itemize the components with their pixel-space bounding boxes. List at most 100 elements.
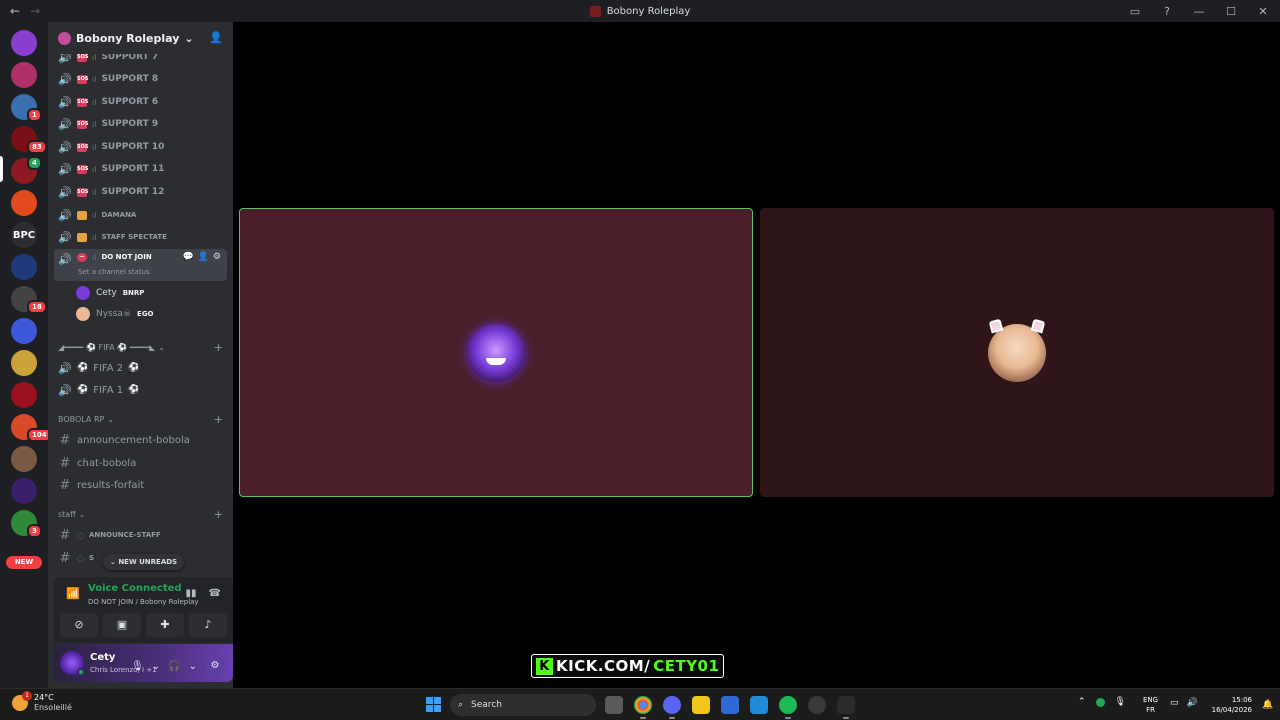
add-channel-icon[interactable]: +	[214, 508, 223, 521]
category-bobola[interactable]: BOBOLA RP ⌄ +	[58, 413, 223, 426]
windows-start-icon[interactable]	[426, 697, 441, 712]
participant-tile[interactable]	[760, 208, 1274, 497]
notification-bell-icon[interactable]: 🔔	[1262, 700, 1273, 710]
text-channel[interactable]: # chat-bobola	[54, 453, 227, 473]
chevron-down-icon[interactable]: ⌄	[189, 661, 197, 672]
voice-channel-support[interactable]: 🔊 SOS ıl SUPPORT 8	[54, 69, 227, 89]
voice-channel-support[interactable]: 🔊 SOS ıl SUPPORT 6	[54, 92, 227, 112]
lock-emoji-icon	[77, 210, 87, 220]
server-icon[interactable]	[11, 350, 37, 376]
add-channel-icon[interactable]: +	[214, 413, 223, 426]
chevron-down-icon: ⌄	[184, 31, 194, 45]
speaker-icon: 🔊	[58, 95, 72, 109]
back-arrow-icon[interactable]: ←	[10, 4, 20, 18]
chevron-down-icon[interactable]: ⌄	[152, 661, 160, 672]
server-icon[interactable]	[11, 382, 37, 408]
discord-icon[interactable]	[663, 696, 681, 719]
separator-icon: ıl	[92, 142, 97, 152]
voice-user[interactable]: Cety BNRP	[76, 284, 144, 302]
forward-arrow-icon[interactable]: →	[30, 4, 40, 18]
weather-widget[interactable]: 1 24°C Ensoleillé	[12, 690, 72, 712]
app-icon[interactable]	[721, 696, 739, 714]
photos-icon[interactable]	[750, 696, 768, 714]
folder-icon[interactable]	[692, 696, 710, 714]
help-icon[interactable]: ?	[1158, 5, 1176, 18]
voice-channel-fifa-1[interactable]: 🔊 ⚽ FIFA 1 ⚽	[54, 380, 227, 400]
spotify-icon[interactable]	[779, 696, 797, 719]
user-name[interactable]: Cety	[90, 652, 115, 663]
category-fifa[interactable]: ◢━━━━ ⚽ FIFA ⚽ ━━━━◣ ⌄ +	[58, 341, 223, 354]
text-channel-announce-staff[interactable]: # ○ ANNOUNCE-STAFF	[54, 525, 227, 545]
server-icon[interactable]	[11, 478, 37, 504]
server-icon[interactable]: BPC	[11, 222, 37, 248]
minimize-button[interactable]: —	[1190, 5, 1208, 18]
voice-user[interactable]: Nyssa☠ EGO	[76, 305, 154, 323]
category-staff[interactable]: staff ⌄ +	[58, 508, 223, 521]
voice-channel-damana[interactable]: 🔊 ıl DAMANA	[54, 205, 227, 225]
voice-status[interactable]: Voice Connected	[88, 583, 182, 594]
taskbar-search[interactable]: ⌕ Search	[450, 694, 596, 716]
steam-icon[interactable]	[808, 696, 826, 714]
task-view-icon[interactable]	[605, 696, 623, 714]
voice-channel-do-not-join[interactable]: 🔊 — ıl DO NOT JOIN Set a channel status …	[54, 249, 227, 281]
activities-button[interactable]: ✚	[146, 613, 184, 637]
voice-channel-staff-spectate[interactable]: 🔊 ıl STAFF SPECTATE	[54, 227, 227, 247]
language-bottom: FR	[1146, 706, 1155, 714]
time: 15:06	[1231, 696, 1252, 704]
guild-header[interactable]: Bobony Roleplay ⌄ 👤	[48, 22, 233, 54]
inbox-icon[interactable]: ▭	[1126, 5, 1144, 18]
voice-channel-support[interactable]: 🔊 SOS ıl SUPPORT 12	[54, 182, 227, 202]
screen-share-button[interactable]: ▣	[103, 613, 141, 637]
voice-channel-support[interactable]: 🔊 SOS ıl SUPPORT 10	[54, 137, 227, 157]
server-icon[interactable]	[11, 446, 37, 472]
channel-status[interactable]: Set a channel status	[78, 268, 150, 276]
invite-people-icon[interactable]: 👤	[209, 31, 223, 44]
add-channel-icon[interactable]: +	[214, 341, 223, 354]
soundboard-button[interactable]: ♪	[189, 613, 227, 637]
new-unreads-button[interactable]: ⌄ NEW UNREADS	[103, 554, 185, 570]
voice-channel-support[interactable]: 🔊 SOS ıl SUPPORT 9	[54, 114, 227, 134]
voice-channel-info[interactable]: DO NOT JOIN / Bobony Roleplay	[88, 598, 199, 606]
maximize-button[interactable]: ☐	[1222, 5, 1240, 18]
participant-tile-speaking[interactable]	[239, 208, 753, 497]
microphone-icon[interactable]: 🎙	[1115, 697, 1126, 707]
volume-icon[interactable]: 🔊	[1187, 698, 1198, 708]
user-panel: Cety Chris Lorenzo, I +1 🎙 ⌄ 🎧 ⌄ ⚙	[54, 644, 233, 682]
server-icon[interactable]	[11, 318, 37, 344]
system-tray: ⌃ 🎙	[1078, 697, 1126, 707]
camera-off-button[interactable]: ⊘	[60, 613, 98, 637]
microphone-icon[interactable]: 🎙	[131, 661, 144, 672]
network-icon[interactable]: ▭	[1170, 698, 1179, 708]
text-channel[interactable]: # results-forfait	[54, 475, 227, 495]
chevron-up-icon[interactable]: ⌃	[1078, 697, 1086, 707]
new-servers-pill[interactable]: NEW	[6, 556, 42, 569]
voice-channel-fifa-2[interactable]: 🔊 ⚽ FIFA 2 ⚽	[54, 358, 227, 378]
speaker-icon: 🔊	[58, 140, 72, 154]
channel-name: SUPPORT 9	[101, 119, 159, 129]
language-indicator[interactable]: ENG FR	[1143, 695, 1158, 715]
chat-icon[interactable]: 💬	[182, 252, 193, 262]
server-icon[interactable]	[11, 254, 37, 280]
separator-icon: ıl	[92, 97, 97, 107]
close-button[interactable]: ✕	[1254, 5, 1272, 18]
voice-channel-support[interactable]: 🔊 SOS ıl SUPPORT 11	[54, 159, 227, 179]
speaker-icon: 🔊	[58, 253, 72, 266]
clock[interactable]: 15:06 16/04/2026	[1208, 695, 1252, 715]
status-dot-icon[interactable]	[1095, 697, 1105, 707]
channel-name: S	[88, 554, 95, 562]
noise-suppression-icon[interactable]: ▮▮	[186, 588, 197, 599]
channel-name: DO NOT JOIN	[101, 253, 152, 261]
server-icon[interactable]	[11, 30, 37, 56]
disconnect-icon[interactable]: ☎	[209, 588, 221, 599]
text-channel[interactable]: # announcement-bobola	[54, 430, 227, 450]
gear-icon[interactable]: ⚙	[213, 252, 221, 262]
signal-icon[interactable]: 📶	[66, 587, 80, 600]
channel-name: STAFF SPECTATE	[101, 233, 167, 241]
app-icon[interactable]	[837, 696, 855, 719]
server-icon[interactable]	[11, 62, 37, 88]
gear-icon[interactable]: ⚙	[205, 656, 225, 676]
headphones-icon[interactable]: 🎧	[168, 661, 180, 672]
invite-icon[interactable]: 👤	[198, 252, 209, 262]
server-icon[interactable]	[11, 190, 37, 216]
chrome-icon[interactable]	[634, 696, 652, 719]
